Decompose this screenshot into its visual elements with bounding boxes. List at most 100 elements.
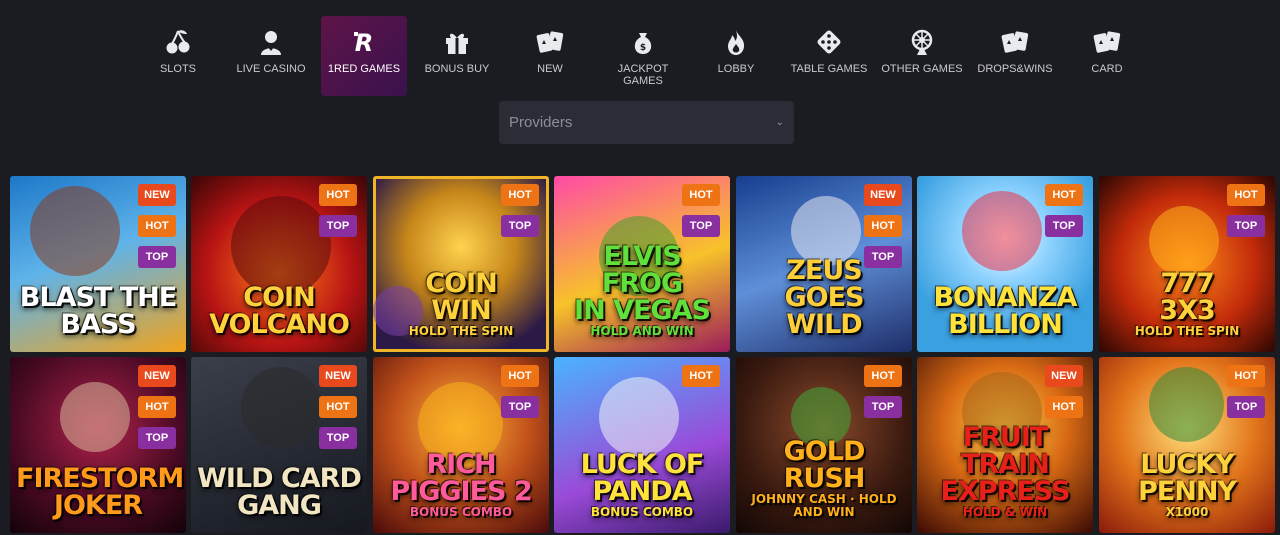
top-badge: TOP <box>501 215 539 237</box>
game-subtitle: HOLD & WIN <box>962 505 1048 519</box>
game-artwork <box>962 191 1042 271</box>
hot-badge: HOT <box>1227 184 1265 206</box>
game-tile[interactable]: BLAST THE BASS NEW HOT TOP <box>10 176 186 352</box>
nav-drops-wins[interactable]: DROPS&WINS <box>972 16 1058 96</box>
game-subtitle: JOHNNY CASH · HOLD AND WIN <box>751 492 897 519</box>
top-badge: TOP <box>682 215 720 237</box>
game-tile[interactable]: 777 3X3 HOLD THE SPIN HOT TOP <box>1099 176 1275 352</box>
cards-icon <box>1000 27 1030 57</box>
game-title-text: RICH PIGGIES 2 <box>390 449 532 507</box>
game-title: FIRESTORM JOKER <box>10 465 186 519</box>
nav-other-games[interactable]: OTHER GAMES <box>879 16 965 96</box>
top-badge: TOP <box>138 246 176 268</box>
nav-label: JACKPOT GAMES <box>617 63 669 87</box>
nav-card[interactable]: CARD <box>1064 16 1150 96</box>
nav-jackpot-games[interactable]: $ JACKPOT GAMES <box>600 16 686 96</box>
game-tile[interactable]: COIN VOLCANO HOT TOP <box>191 176 367 352</box>
new-badge: NEW <box>138 184 176 206</box>
nav-label: OTHER GAMES <box>881 63 963 75</box>
hot-badge: HOT <box>864 215 902 237</box>
flame-icon <box>721 27 751 57</box>
providers-dropdown[interactable]: Providers ⌄ <box>499 101 794 144</box>
top-badge: TOP <box>1045 215 1083 237</box>
nav-label: DROPS&WINS <box>977 63 1053 75</box>
hot-badge: HOT <box>319 184 357 206</box>
category-nav: SLOTS LIVE CASINO R 1RED GAMES BONUS BUY NEW $… <box>0 0 1280 100</box>
game-title: GOLD RUSH JOHNNY CASH · HOLD AND WIN <box>736 438 912 519</box>
game-title: FRUIT TRAIN EXPRESS HOLD & WIN <box>917 424 1093 519</box>
cards-icon <box>1092 27 1122 57</box>
game-artwork <box>1149 367 1224 442</box>
game-title-text: FIRESTORM JOKER <box>16 463 184 521</box>
nav-label: LOBBY <box>717 63 755 75</box>
game-tile[interactable]: WILD CARD GANG NEW HOT TOP <box>191 357 367 533</box>
hot-badge: HOT <box>1227 365 1265 387</box>
game-subtitle: HOLD THE SPIN <box>1134 324 1240 338</box>
top-badge: TOP <box>319 427 357 449</box>
game-title-text: WILD CARD GANG <box>197 463 362 521</box>
hot-badge: HOT <box>1045 396 1083 418</box>
roulette-icon <box>907 27 937 57</box>
hot-badge: HOT <box>682 365 720 387</box>
game-title-text: COIN WIN <box>425 268 497 326</box>
game-tile[interactable]: GOLD RUSH JOHNNY CASH · HOLD AND WIN HOT TO… <box>736 357 912 533</box>
game-title: RICH PIGGIES 2 BONUS COMBO <box>373 451 549 519</box>
game-title-text: FRUIT TRAIN EXPRESS <box>940 422 1071 507</box>
game-title-text: COIN VOLCANO <box>209 282 350 340</box>
game-tile[interactable]: COIN WIN HOLD THE SPIN HOT TOP <box>373 176 549 352</box>
top-badge: TOP <box>864 396 902 418</box>
game-artwork <box>231 196 331 296</box>
nav-label: SLOTS <box>159 63 197 75</box>
nav-lobby[interactable]: LOBBY <box>693 16 779 96</box>
top-badge: TOP <box>501 396 539 418</box>
1red-logo-icon: R <box>349 27 379 57</box>
nav-slots[interactable]: SLOTS <box>135 16 221 96</box>
top-badge: TOP <box>138 427 176 449</box>
game-tile[interactable]: ELVIS FROG IN VEGAS HOLD AND WIN HOT TOP <box>554 176 730 352</box>
game-tile[interactable]: FRUIT TRAIN EXPRESS HOLD & WIN NEW HOT <box>917 357 1093 533</box>
nav-table-games[interactable]: TABLE GAMES <box>786 16 872 96</box>
game-title: BLAST THE BASS <box>10 284 186 338</box>
game-tile[interactable]: LUCKY PENNY X1000 HOT TOP <box>1099 357 1275 533</box>
new-badge: NEW <box>319 365 357 387</box>
providers-placeholder: Providers <box>509 114 573 131</box>
game-artwork <box>1149 206 1219 276</box>
nav-live-casino[interactable]: LIVE CASINO <box>228 16 314 96</box>
hot-badge: HOT <box>319 396 357 418</box>
top-badge: TOP <box>1227 215 1265 237</box>
game-title: 777 3X3 HOLD THE SPIN <box>1099 270 1275 338</box>
game-tile[interactable]: LUCK OF PANDA BONUS COMBO HOT <box>554 357 730 533</box>
nav-1red-games[interactable]: R 1RED GAMES <box>321 16 407 96</box>
cherries-icon <box>163 27 193 57</box>
game-tile[interactable]: FIRESTORM JOKER NEW HOT TOP <box>10 357 186 533</box>
game-tile[interactable]: RICH PIGGIES 2 BONUS COMBO HOT TOP <box>373 357 549 533</box>
nav-bonus-buy[interactable]: BONUS BUY <box>414 16 500 96</box>
cards-icon <box>535 27 565 57</box>
dice-icon <box>814 27 844 57</box>
game-title: LUCKY PENNY X1000 <box>1099 451 1275 519</box>
hot-badge: HOT <box>1045 184 1083 206</box>
money-bag-icon: $ <box>628 27 658 57</box>
game-subtitle: BONUS COMBO <box>590 505 694 519</box>
hot-badge: HOT <box>138 215 176 237</box>
game-subtitle: HOLD AND WIN <box>590 324 694 338</box>
nav-new[interactable]: NEW <box>507 16 593 96</box>
svg-text:$: $ <box>640 43 646 53</box>
nav-label: LIVE CASINO <box>236 63 306 75</box>
game-subtitle: X1000 <box>1165 505 1209 519</box>
gift-icon <box>442 27 472 57</box>
game-title: WILD CARD GANG <box>191 465 367 519</box>
game-artwork <box>599 377 679 457</box>
game-title: LUCK OF PANDA BONUS COMBO <box>554 451 730 519</box>
game-tile[interactable]: ZEUS GOES WILD NEW HOT TOP <box>736 176 912 352</box>
game-tile[interactable]: BONANZA BILLION HOT TOP <box>917 176 1093 352</box>
game-title: ELVIS FROG IN VEGAS HOLD AND WIN <box>554 243 730 338</box>
game-title: COIN VOLCANO <box>191 284 367 338</box>
game-title-text: GOLD RUSH <box>783 436 866 494</box>
nav-label: TABLE GAMES <box>790 63 868 75</box>
game-title-text: LUCK OF PANDA <box>580 449 705 507</box>
new-badge: NEW <box>1045 365 1083 387</box>
game-subtitle: BONUS COMBO <box>409 505 513 519</box>
hot-badge: HOT <box>864 365 902 387</box>
game-title-text: 777 3X3 <box>1159 268 1215 326</box>
